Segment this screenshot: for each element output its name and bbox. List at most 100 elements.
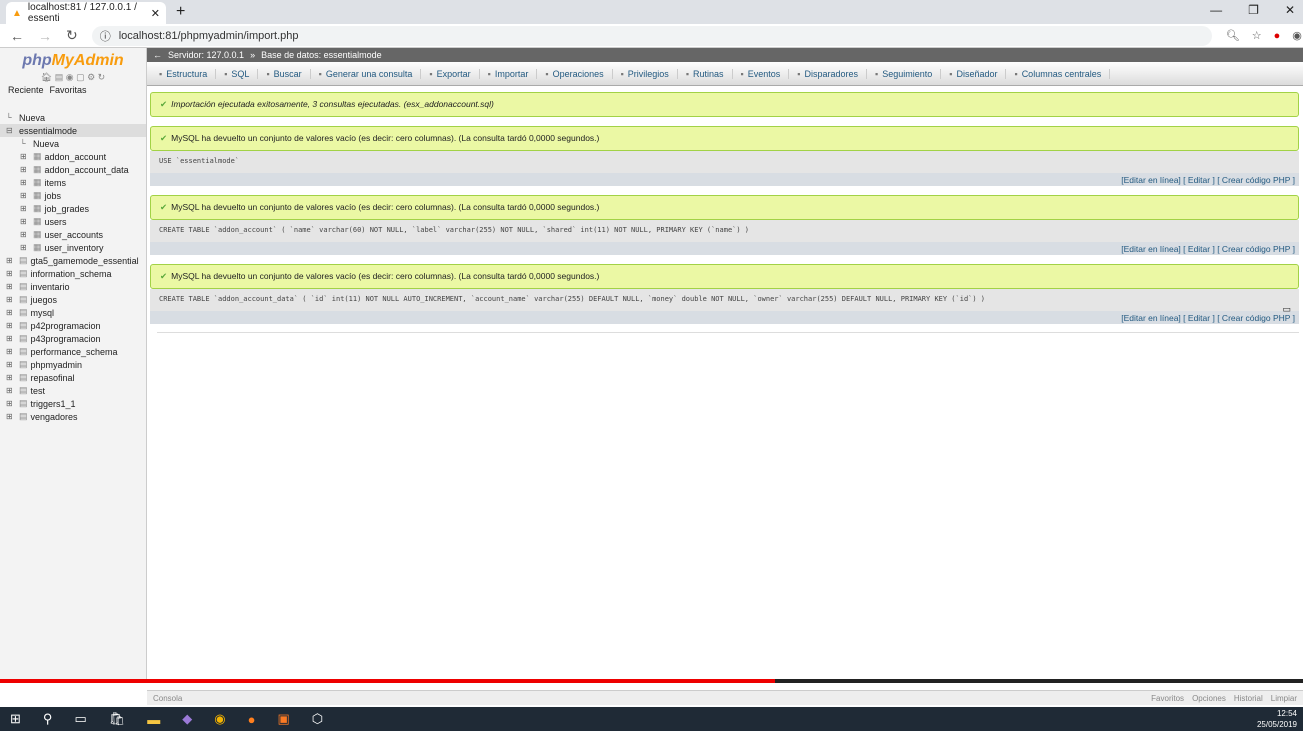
windows-start-icon[interactable]: ⊞ (10, 711, 21, 727)
tab-eventos[interactable]: ▪ Eventos (733, 68, 790, 79)
tree-db[interactable]: ⊞ ▤ juegos (0, 293, 146, 306)
phpmyadmin-logo[interactable]: phpMyAdmin (0, 52, 146, 70)
tab-importar[interactable]: ▪ Importar (480, 68, 538, 79)
console-clear[interactable]: Limpiar (1271, 694, 1297, 703)
tracking-icon: ▪ (875, 68, 879, 79)
console-options[interactable]: Opciones (1192, 694, 1226, 703)
close-window-icon[interactable]: ✕ (1285, 3, 1295, 17)
tree-new-table[interactable]: └ Nueva (0, 137, 146, 150)
database-tree: └ Nueva ⊟ essentialmode └ Nueva ⊞ ▦ addon_acc… (0, 111, 146, 423)
store-icon[interactable]: 🛍︎ (109, 711, 126, 727)
create-php-link[interactable]: [ Crear código PHP ] (1217, 175, 1295, 185)
breadcrumb-database[interactable]: Base de datos: essentialmode (261, 50, 382, 60)
tab-exportar[interactable]: ▪ Exportar (421, 68, 480, 79)
tab-seguimiento[interactable]: ▪ Seguimiento (867, 68, 942, 79)
tree-db[interactable]: ⊞ ▤ mysql (0, 306, 146, 319)
tree-db[interactable]: ⊞ ▤ p43programacion (0, 332, 146, 345)
tab-operaciones[interactable]: ▪ Operaciones (537, 68, 613, 79)
tab-estructura[interactable]: ▪ Estructura (151, 68, 217, 79)
tab-privilegios[interactable]: ▪ Privilegios (613, 68, 678, 79)
tab-diseñador[interactable]: ▪ Diseñador (941, 68, 1007, 79)
breadcrumb-server[interactable]: Servidor: 127.0.0.1 (168, 50, 244, 60)
edit-link[interactable]: [ Editar ] (1183, 244, 1215, 254)
import-icon: ▪ (487, 68, 491, 79)
tab-sql[interactable]: ▪ SQL (216, 68, 259, 79)
tree-db[interactable]: ⊞ ▤ triggers1_1 (0, 397, 146, 410)
clock[interactable]: 12:54 25/05/2019 (1257, 708, 1303, 730)
tab-buscar[interactable]: ▪ Buscar (258, 68, 311, 79)
wrench-icon: ▪ (545, 68, 549, 79)
tree-db[interactable]: ⊞ ▤ test (0, 384, 146, 397)
close-tab-icon[interactable]: ✕ (151, 7, 160, 20)
back-icon[interactable]: ← (10, 28, 24, 44)
tree-db[interactable]: ⊞ ▤ performance_schema (0, 345, 146, 358)
create-php-link[interactable]: [ Crear código PHP ] (1217, 244, 1295, 254)
tree-db[interactable]: ⊞ ▤ gta5_gamemode_essential (0, 254, 146, 267)
extension-icon[interactable]: ◉ (1292, 29, 1302, 42)
tab-generar-una-consulta[interactable]: ▪ Generar una consulta (311, 68, 422, 79)
main-content: ← Servidor: 127.0.0.1» Base de datos: esse… (147, 48, 1303, 680)
events-icon: ▪ (740, 68, 744, 79)
tree-table[interactable]: ⊞ ▦ addon_account_data (0, 163, 146, 176)
star-icon[interactable]: ☆ (1252, 29, 1262, 42)
table-icon: ▦ (33, 151, 42, 161)
app-icon[interactable]: ⬡ (312, 711, 323, 727)
url-input[interactable]: ⓘ localhost:81/phpmyadmin/import.php (91, 25, 1212, 46)
edit-inline-link[interactable]: [Editar en línea] (1121, 175, 1181, 185)
task-view-icon[interactable]: ▭ (74, 711, 86, 727)
tree-db[interactable]: ⊞ ▤ information_schema (0, 267, 146, 280)
tab-columnas-centrales[interactable]: ▪ Columnas centrales (1006, 68, 1111, 79)
console-bar[interactable]: Consola Favoritos Opciones Historial Limpiar (147, 690, 1303, 705)
recent-tab[interactable]: Reciente (8, 85, 44, 95)
tree-db[interactable]: ⊞ ▤ phpmyadmin (0, 358, 146, 371)
xampp-icon[interactable]: ▣ (277, 711, 289, 727)
nav-icons[interactable]: 🏠︎ ▤ ◉ ▢ ⚙︎ ↻ (0, 72, 146, 83)
firefox-icon[interactable]: ● (248, 712, 256, 727)
forward-icon[interactable]: → (38, 28, 52, 44)
edit-inline-link[interactable]: [Editar en línea] (1121, 244, 1181, 254)
sql-icon: ▪ (224, 68, 228, 79)
tree-db[interactable]: ⊞ ▤ repasofinal (0, 371, 146, 384)
tree-db[interactable]: ⊞ ▤ inventario (0, 280, 146, 293)
console-favorites[interactable]: Favoritos (1151, 694, 1184, 703)
tree-table[interactable]: ⊞ ▦ users (0, 215, 146, 228)
db-icon: ▤ (19, 255, 28, 265)
favorites-tab[interactable]: Favoritas (50, 85, 87, 95)
tree-table[interactable]: ⊞ ▦ user_inventory (0, 241, 146, 254)
db-icon: ▤ (19, 281, 28, 291)
edit-link[interactable]: [ Editar ] (1183, 175, 1215, 185)
print-icon[interactable]: ▭ (1282, 304, 1291, 315)
new-tab-button[interactable]: + (176, 3, 185, 21)
tree-table[interactable]: ⊞ ▦ addon_account (0, 150, 146, 163)
adblock-icon[interactable]: ● (1274, 30, 1281, 42)
search-icon[interactable]: ⚲ (43, 711, 53, 727)
tree-table[interactable]: ⊞ ▦ user_accounts (0, 228, 146, 241)
tree-db[interactable]: ⊞ ▤ vengadores (0, 410, 146, 423)
explorer-icon[interactable]: ▬ (147, 712, 160, 727)
tree-db-selected[interactable]: ⊟ essentialmode (0, 124, 146, 137)
edit-inline-link[interactable]: [Editar en línea] (1121, 313, 1181, 323)
chrome-icon[interactable]: ◉ (214, 711, 225, 727)
tree-table[interactable]: ⊞ ▦ items (0, 176, 146, 189)
db-icon: ▤ (19, 333, 28, 343)
tab-disparadores[interactable]: ▪ Disparadores (789, 68, 867, 79)
table-icon: ▦ (33, 177, 42, 187)
triggers-icon: ▪ (797, 68, 801, 79)
reload-icon[interactable]: ↻ (66, 27, 78, 44)
tree-table[interactable]: ⊞ ▦ jobs (0, 189, 146, 202)
minimize-icon[interactable]: — (1210, 3, 1222, 17)
browser-tab[interactable]: ▲ localhost:81 / 127.0.0.1 / essenti ✕ (6, 2, 166, 24)
zoom-icon[interactable]: 🔍︎ (1226, 29, 1240, 42)
video-progress-bar[interactable] (0, 679, 1303, 683)
table-icon: ▦ (33, 229, 42, 239)
restore-icon[interactable]: ❐ (1248, 3, 1259, 17)
edit-link[interactable]: [ Editar ] (1183, 313, 1215, 323)
tree-table[interactable]: ⊞ ▦ job_grades (0, 202, 146, 215)
console-history[interactable]: Historial (1234, 694, 1263, 703)
tree-new-db[interactable]: └ Nueva (0, 111, 146, 124)
tab-rutinas[interactable]: ▪ Rutinas (678, 68, 733, 79)
vscode-icon[interactable]: ◆ (182, 711, 192, 727)
tree-db[interactable]: ⊞ ▤ p42programacion (0, 319, 146, 332)
collapse-icon[interactable]: ← (153, 50, 162, 60)
check-icon: ✔ (160, 202, 168, 212)
